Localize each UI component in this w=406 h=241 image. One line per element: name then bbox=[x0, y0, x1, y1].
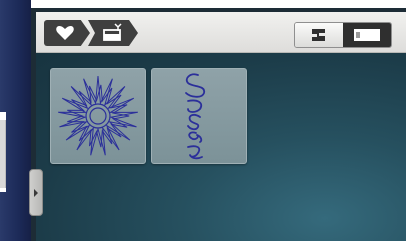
sewing-machine-icon bbox=[312, 29, 325, 41]
design-tile-starburst[interactable] bbox=[50, 68, 146, 164]
drawer-handle[interactable] bbox=[29, 169, 43, 216]
toolbar bbox=[36, 12, 406, 53]
breadcrumb-home[interactable] bbox=[44, 20, 90, 46]
susan-signature-icon bbox=[185, 73, 205, 160]
design-tile-susan[interactable] bbox=[151, 68, 247, 164]
breadcrumb-embroidery-card[interactable] bbox=[88, 20, 138, 46]
left-edge-tab[interactable] bbox=[0, 120, 6, 188]
machine-mode-button[interactable] bbox=[295, 23, 343, 47]
chevron-right-icon bbox=[34, 188, 38, 197]
heart-icon bbox=[56, 26, 74, 40]
embroidery-card-icon bbox=[103, 23, 122, 41]
mode-switch bbox=[294, 22, 392, 48]
memory-card-icon bbox=[354, 29, 380, 41]
card-mode-button[interactable] bbox=[343, 23, 391, 47]
star-design-icon bbox=[58, 75, 138, 156]
